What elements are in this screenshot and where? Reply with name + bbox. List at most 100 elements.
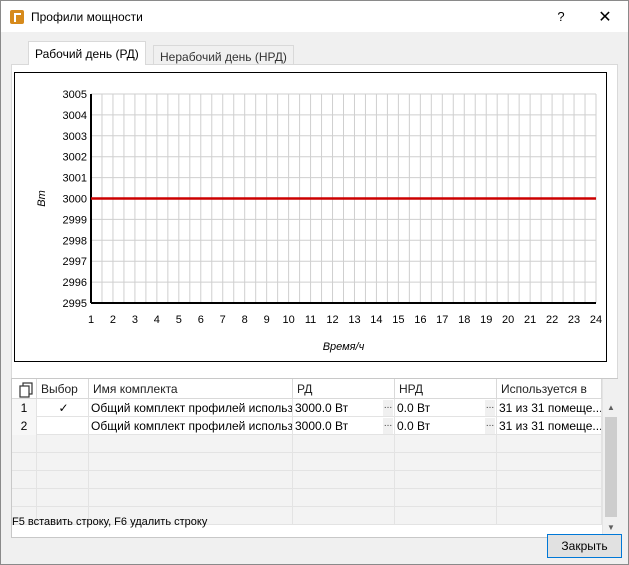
column-header-name[interactable]: Имя комплекта bbox=[89, 379, 293, 399]
chart-tab-panel: 2995 2996 2997 2998 2999 3000 3001 3002 3003 3004… bbox=[11, 64, 618, 402]
x-axis-label: Время/ч bbox=[323, 341, 365, 353]
x-tick-label: 23 bbox=[568, 314, 580, 326]
y-tick-label: 3001 bbox=[63, 173, 87, 185]
x-tick-label: 15 bbox=[392, 314, 404, 326]
x-tick-label: 18 bbox=[458, 314, 470, 326]
dialog-content: Нерабочий день (НРД) 2995 2996 2997 2998 299… bbox=[1, 32, 628, 564]
rd-value: 3000.0 Вт bbox=[295, 419, 349, 433]
help-button[interactable]: ? bbox=[539, 1, 583, 32]
y-tick-label: 2997 bbox=[63, 256, 87, 268]
empty-cell bbox=[395, 507, 497, 525]
rd-cell[interactable]: 3000.0 Вт ... bbox=[293, 399, 395, 417]
chart-frame: 2995 2996 2997 2998 2999 3000 3001 3002 3003 3004… bbox=[14, 72, 607, 362]
nrd-edit-button[interactable]: ... bbox=[485, 418, 495, 434]
used-in-cell[interactable]: 31 из 31 помеще... bbox=[497, 417, 602, 435]
empty-cell bbox=[395, 489, 497, 507]
empty-cell bbox=[293, 471, 395, 489]
close-window-button[interactable]: ✕ bbox=[583, 1, 627, 32]
copy-header-cell bbox=[12, 379, 37, 399]
column-header-nrd[interactable]: НРД bbox=[395, 379, 497, 399]
nrd-edit-button[interactable]: ... bbox=[485, 400, 495, 416]
empty-cell bbox=[89, 471, 293, 489]
empty-cell bbox=[12, 453, 37, 471]
empty-cell bbox=[293, 489, 395, 507]
empty-cell bbox=[89, 489, 293, 507]
x-tick-label: 17 bbox=[436, 314, 448, 326]
y-tick-label: 3002 bbox=[63, 152, 87, 164]
scroll-thumb[interactable] bbox=[605, 417, 617, 517]
x-tick-label: 22 bbox=[546, 314, 558, 326]
window-title: Профили мощности bbox=[31, 10, 143, 24]
set-name-cell[interactable]: Общий комплект профилей использо... bbox=[89, 417, 293, 435]
tab-working-day[interactable]: Рабочий день (РД) bbox=[28, 41, 146, 65]
used-in-cell[interactable]: 31 из 31 помеще... bbox=[497, 399, 602, 417]
nrd-value: 0.0 Вт bbox=[397, 419, 431, 433]
x-tick-label: 20 bbox=[502, 314, 514, 326]
table-header: Выбор Имя комплекта РД НРД Используется … bbox=[12, 379, 602, 399]
empty-cell bbox=[497, 507, 602, 525]
select-checkbox[interactable] bbox=[37, 417, 89, 435]
set-name-cell[interactable]: Общий комплект профилей использо... bbox=[89, 399, 293, 417]
y-tick-label: 2995 bbox=[63, 298, 87, 310]
vertical-scrollbar[interactable]: ▲ ▼ bbox=[602, 379, 618, 537]
empty-cell bbox=[497, 435, 602, 453]
y-tick-label: 3003 bbox=[63, 131, 87, 143]
empty-table-row bbox=[12, 489, 602, 507]
scroll-up-arrow-icon[interactable]: ▲ bbox=[603, 399, 619, 416]
column-header-rd[interactable]: РД bbox=[293, 379, 395, 399]
title-bar: Профили мощности ? ✕ bbox=[1, 1, 628, 32]
empty-cell bbox=[293, 453, 395, 471]
x-tick-label: 19 bbox=[480, 314, 492, 326]
x-tick-label: 6 bbox=[198, 314, 204, 326]
nrd-cell[interactable]: 0.0 Вт ... bbox=[395, 399, 497, 417]
rd-edit-button[interactable]: ... bbox=[383, 418, 393, 434]
x-tick-label: 13 bbox=[348, 314, 360, 326]
x-tick-label: 16 bbox=[414, 314, 426, 326]
table-row[interactable]: 2 Общий комплект профилей использо... 30… bbox=[12, 417, 602, 435]
empty-table-row bbox=[12, 471, 602, 489]
y-axis-label: Вт bbox=[36, 190, 48, 207]
keyboard-hint: F5 вставить строку, F6 удалить строку bbox=[12, 516, 208, 528]
empty-cell bbox=[37, 471, 89, 489]
y-tick-label: 2996 bbox=[63, 277, 87, 289]
empty-cell bbox=[89, 435, 293, 453]
empty-cell bbox=[12, 435, 37, 453]
empty-cell bbox=[12, 489, 37, 507]
y-tick-label: 2999 bbox=[63, 214, 87, 226]
x-tick-label: 14 bbox=[370, 314, 382, 326]
x-tick-label: 4 bbox=[154, 314, 160, 326]
x-tick-label: 21 bbox=[524, 314, 536, 326]
x-tick-label: 10 bbox=[282, 314, 294, 326]
rd-value: 3000.0 Вт bbox=[295, 401, 349, 415]
empty-cell bbox=[12, 471, 37, 489]
app-icon bbox=[10, 10, 24, 24]
empty-cell bbox=[395, 435, 497, 453]
row-number: 1 bbox=[12, 399, 37, 417]
copy-icon[interactable] bbox=[18, 382, 34, 398]
x-tick-label: 5 bbox=[176, 314, 182, 326]
x-tick-label: 3 bbox=[132, 314, 138, 326]
nrd-cell[interactable]: 0.0 Вт ... bbox=[395, 417, 497, 435]
x-tick-label: 8 bbox=[242, 314, 248, 326]
column-header-used-in[interactable]: Используется в bbox=[497, 379, 602, 399]
power-profile-chart: 2995 2996 2997 2998 2999 3000 3001 3002 3003 3004… bbox=[36, 89, 602, 353]
x-tick-label: 2 bbox=[110, 314, 116, 326]
profile-sets-table: Выбор Имя комплекта РД НРД Используется … bbox=[11, 378, 618, 538]
empty-cell bbox=[293, 435, 395, 453]
x-tick-label: 1 bbox=[88, 314, 94, 326]
column-header-select[interactable]: Выбор bbox=[37, 379, 89, 399]
close-button[interactable]: Закрыть bbox=[547, 534, 622, 558]
y-tick-label: 3000 bbox=[63, 194, 87, 206]
table-row[interactable]: 1 ✓ Общий комплект профилей использо... … bbox=[12, 399, 602, 417]
empty-cell bbox=[89, 453, 293, 471]
empty-cell bbox=[497, 453, 602, 471]
empty-cell bbox=[37, 453, 89, 471]
rd-cell[interactable]: 3000.0 Вт ... bbox=[293, 417, 395, 435]
empty-cell bbox=[395, 471, 497, 489]
select-checkbox[interactable]: ✓ bbox=[37, 399, 89, 417]
empty-cell bbox=[37, 489, 89, 507]
dialog-window: Профили мощности ? ✕ Нерабочий день (НРД… bbox=[0, 0, 629, 565]
x-tick-label: 9 bbox=[264, 314, 270, 326]
empty-cell bbox=[497, 471, 602, 489]
rd-edit-button[interactable]: ... bbox=[383, 400, 393, 416]
